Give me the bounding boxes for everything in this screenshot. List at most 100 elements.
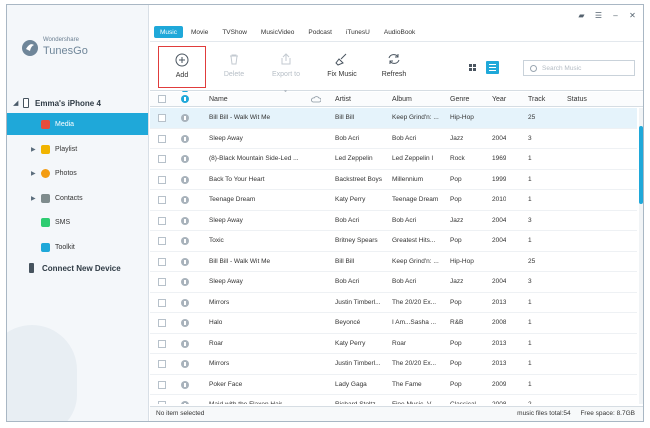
col-year[interactable]: Year [492, 92, 506, 107]
row-checkbox[interactable] [158, 175, 166, 184]
col-artist[interactable]: Artist [335, 92, 351, 107]
select-all-checkbox[interactable] [158, 95, 166, 103]
sidebar-item-toolkit[interactable]: Toolkit [7, 236, 148, 258]
cell-track: 1 [528, 175, 532, 183]
sidebar-item-media[interactable]: Media [7, 113, 148, 135]
cell-track: 1 [528, 380, 532, 388]
table-row[interactable]: Maid with the Flaxen Hair Richard StoltzF… [150, 395, 637, 404]
sidebar-item-photos[interactable]: ▶ Photos [7, 162, 148, 184]
table-row[interactable]: Bill Bill - Walk Wit Me Bill Bill Keep Gri… [150, 108, 637, 129]
tab-music[interactable]: Music [154, 26, 183, 38]
col-track[interactable]: Track [528, 92, 545, 107]
row-checkbox[interactable] [158, 339, 166, 348]
export-button[interactable]: Export to ▾ [262, 46, 310, 95]
tab-audiobook[interactable]: AudioBook [378, 26, 421, 38]
table-row[interactable]: Mirrors Justin Timberl... The 20/20 Ex... P… [150, 354, 637, 375]
cell-album: Bob Acri [392, 134, 417, 142]
cell-album: Fine Music, V... [392, 395, 448, 404]
row-checkbox[interactable] [158, 196, 166, 204]
sidebar: Wondershare TunesGo ◢ Emma's iPhone 4 Me… [7, 5, 149, 421]
row-checkbox[interactable] [158, 360, 166, 368]
cell-artist: Katy Perry [335, 196, 366, 203]
music-note-icon [181, 278, 189, 286]
row-checkbox[interactable] [158, 257, 166, 266]
sidebar-item-playlist[interactable]: ▶ Playlist [7, 138, 148, 160]
search-input[interactable] [542, 64, 632, 72]
music-note-icon [181, 298, 189, 307]
expand-arrow-icon[interactable]: ▶ [31, 170, 36, 177]
row-checkbox[interactable] [158, 114, 166, 122]
cell-album: Teenage Dream [392, 196, 439, 203]
grid-view-icon[interactable] [467, 62, 478, 73]
sidebar-item-contacts[interactable]: ▶ Contacts [7, 187, 148, 209]
col-status[interactable]: Status [567, 92, 587, 107]
table-row[interactable]: Sleep Away Bob Acri Bob Acri Jazz 2004 3 [150, 211, 637, 231]
tab-movie[interactable]: Movie [185, 26, 214, 38]
cell-album: I Am...Sasha ... [392, 319, 437, 326]
brand-name: TunesGo [43, 45, 88, 57]
col-genre[interactable]: Genre [450, 92, 469, 107]
table-row[interactable]: Back To Your Heart Backstreet Boys Millenn… [150, 170, 637, 190]
table-row[interactable]: (8)-Black Mountain Side-Led ... Led Zeppe… [150, 149, 637, 170]
tab-tvshow[interactable]: TVShow [216, 26, 253, 38]
table-row[interactable]: Toxic Britney Spears Greatest Hits... Pop 20… [150, 231, 637, 252]
close-icon[interactable]: ✕ [628, 11, 637, 20]
refresh-icon [388, 54, 400, 64]
cell-artist: Backstreet Boys [335, 175, 382, 183]
add-button[interactable]: Add [158, 46, 206, 95]
row-checkbox[interactable] [158, 298, 166, 307]
cell-album: Roar [392, 339, 407, 347]
sms-icon [41, 217, 50, 227]
minimize-icon[interactable]: – [611, 11, 620, 20]
refresh-button[interactable]: Refresh [370, 46, 418, 88]
search-icon[interactable] [530, 64, 537, 72]
cell-name: Sleep Away [209, 134, 243, 142]
cell-track: 1 [528, 360, 532, 367]
cell-year: 2004 [492, 134, 507, 142]
cell-album: The 20/20 Ex... [392, 298, 437, 306]
table-row[interactable]: Bill Bill - Walk Wit Me Bill Bill Keep Gri… [150, 252, 637, 272]
scrollbar-thumb[interactable] [639, 126, 643, 204]
sidebar-item-sms[interactable]: SMS [7, 211, 148, 233]
table-row[interactable]: Poker Face Lady Gaga The Fame Pop 2009 1 [150, 375, 637, 395]
scrollbar[interactable] [639, 108, 643, 404]
row-checkbox[interactable] [158, 237, 166, 245]
cell-year: 2013 [492, 298, 507, 306]
cell-genre: Pop [450, 339, 462, 347]
expand-arrow-icon[interactable]: ▶ [31, 146, 36, 153]
row-checkbox[interactable] [158, 278, 166, 286]
row-checkbox[interactable] [158, 134, 166, 143]
cell-album: Keep Grind'n: ... [392, 114, 439, 121]
cell-track: 3 [528, 216, 532, 224]
feedback-icon[interactable]: ▰ [577, 11, 586, 20]
tab-itunesu[interactable]: iTunesU [340, 26, 376, 38]
col-name[interactable]: Name [209, 92, 228, 107]
menu-icon[interactable]: ☰ [594, 11, 603, 20]
row-checkbox[interactable] [158, 216, 166, 225]
table-row[interactable]: Mirrors Justin Timberl... The 20/20 Ex... P… [150, 293, 637, 313]
fix-music-button[interactable]: Fix Music [318, 46, 366, 88]
broom-icon [335, 53, 347, 66]
list-view-icon[interactable] [486, 61, 499, 74]
table-row[interactable]: Sleep Away Bob Acri Bob Acri Jazz 2004 3 [150, 129, 637, 149]
usb-icon [29, 263, 34, 273]
row-checkbox[interactable] [158, 401, 166, 404]
connect-new-device[interactable]: Connect New Device [29, 263, 121, 273]
tab-podcast[interactable]: Podcast [302, 26, 338, 38]
apple-watermark [7, 325, 77, 421]
expand-arrow-icon[interactable]: ▶ [31, 195, 36, 202]
delete-button[interactable]: Delete [210, 46, 258, 88]
collapse-caret-icon[interactable]: ◢ [13, 99, 23, 107]
row-checkbox[interactable] [158, 319, 166, 327]
table-row[interactable]: Roar Katy Perry Roar Pop 2013 1 [150, 334, 637, 354]
contacts-icon [41, 193, 50, 203]
row-checkbox[interactable] [158, 380, 166, 389]
table-row[interactable]: Halo Beyoncé I Am...Sasha ... R&B 2008 1 [150, 313, 637, 334]
device-item[interactable]: ◢ Emma's iPhone 4 [13, 96, 147, 110]
table-row[interactable]: Teenage Dream Katy Perry Teenage Dream Pop 2… [150, 190, 637, 211]
col-album[interactable]: Album [392, 92, 412, 107]
row-checkbox[interactable] [158, 155, 166, 163]
tab-musicvideo[interactable]: MusicVideo [255, 26, 300, 38]
table-row[interactable]: Sleep Away Bob Acri Bob Acri Jazz 2004 3 [150, 272, 637, 293]
cell-track: 3 [528, 134, 532, 142]
